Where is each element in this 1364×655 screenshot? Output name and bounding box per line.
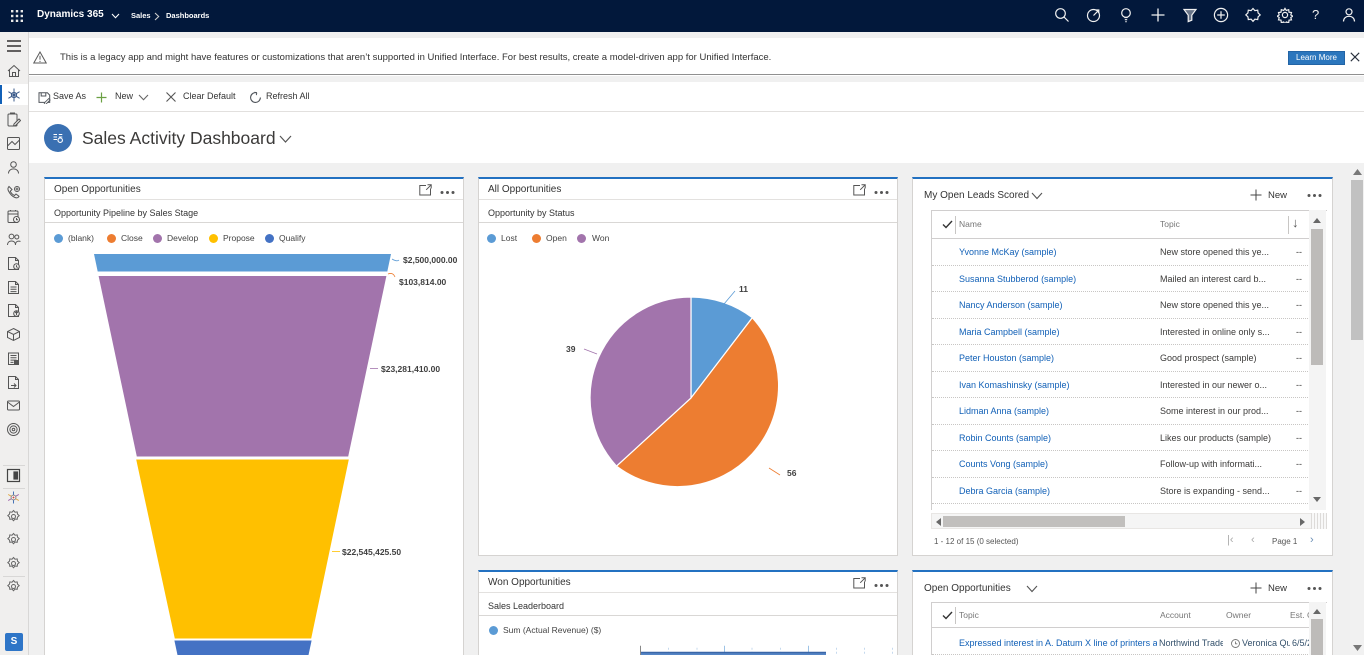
svg-text:$103,814.00: $103,814.00 <box>399 277 447 287</box>
svg-text:$22,545,425.50: $22,545,425.50 <box>342 547 401 557</box>
svg-text:$2,500,000.00: $2,500,000.00 <box>403 255 458 265</box>
svg-text:11: 11 <box>739 284 748 294</box>
svg-text:39: 39 <box>566 344 576 354</box>
svg-text:$23,281,410.00: $23,281,410.00 <box>381 364 440 374</box>
svg-text:56: 56 <box>787 468 797 478</box>
